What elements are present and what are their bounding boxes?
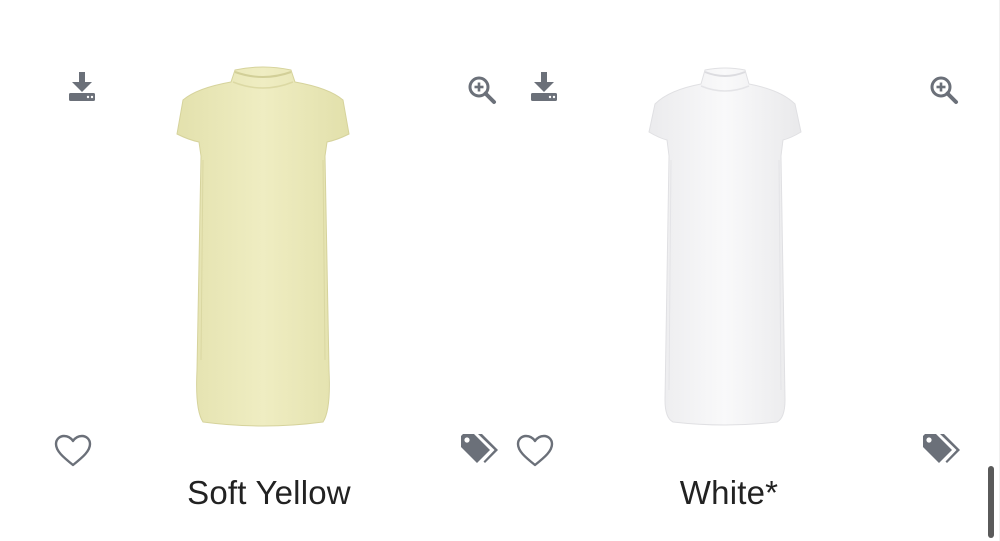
download-icon: [531, 72, 557, 101]
wishlist-button[interactable]: [53, 433, 93, 469]
product-card-white: White*: [507, 0, 969, 541]
zoom-button[interactable]: [929, 74, 959, 106]
wishlist-button[interactable]: [515, 433, 555, 469]
color-name-label: White*: [679, 474, 779, 511]
tags-icon: [461, 434, 498, 463]
product-card-soft-yellow: Soft Yellow: [45, 0, 507, 541]
download-button[interactable]: [67, 70, 97, 102]
product-image-soft-yellow[interactable]: [163, 60, 363, 430]
vertical-scrollbar[interactable]: [988, 466, 994, 538]
heart-icon: [516, 434, 554, 467]
heart-icon: [54, 434, 92, 467]
price-tags-button[interactable]: [459, 432, 503, 468]
download-button[interactable]: [529, 70, 559, 102]
dress-image: [176, 66, 350, 427]
tags-icon: [923, 434, 960, 463]
dress-image: [648, 67, 802, 426]
product-image-white[interactable]: [625, 60, 825, 430]
price-tags-button[interactable]: [921, 432, 965, 468]
zoom-in-icon: [930, 76, 958, 104]
zoom-button[interactable]: [467, 74, 497, 106]
zoom-in-icon: [468, 76, 496, 104]
download-icon: [69, 72, 95, 101]
color-name-label: Soft Yellow: [187, 474, 351, 511]
